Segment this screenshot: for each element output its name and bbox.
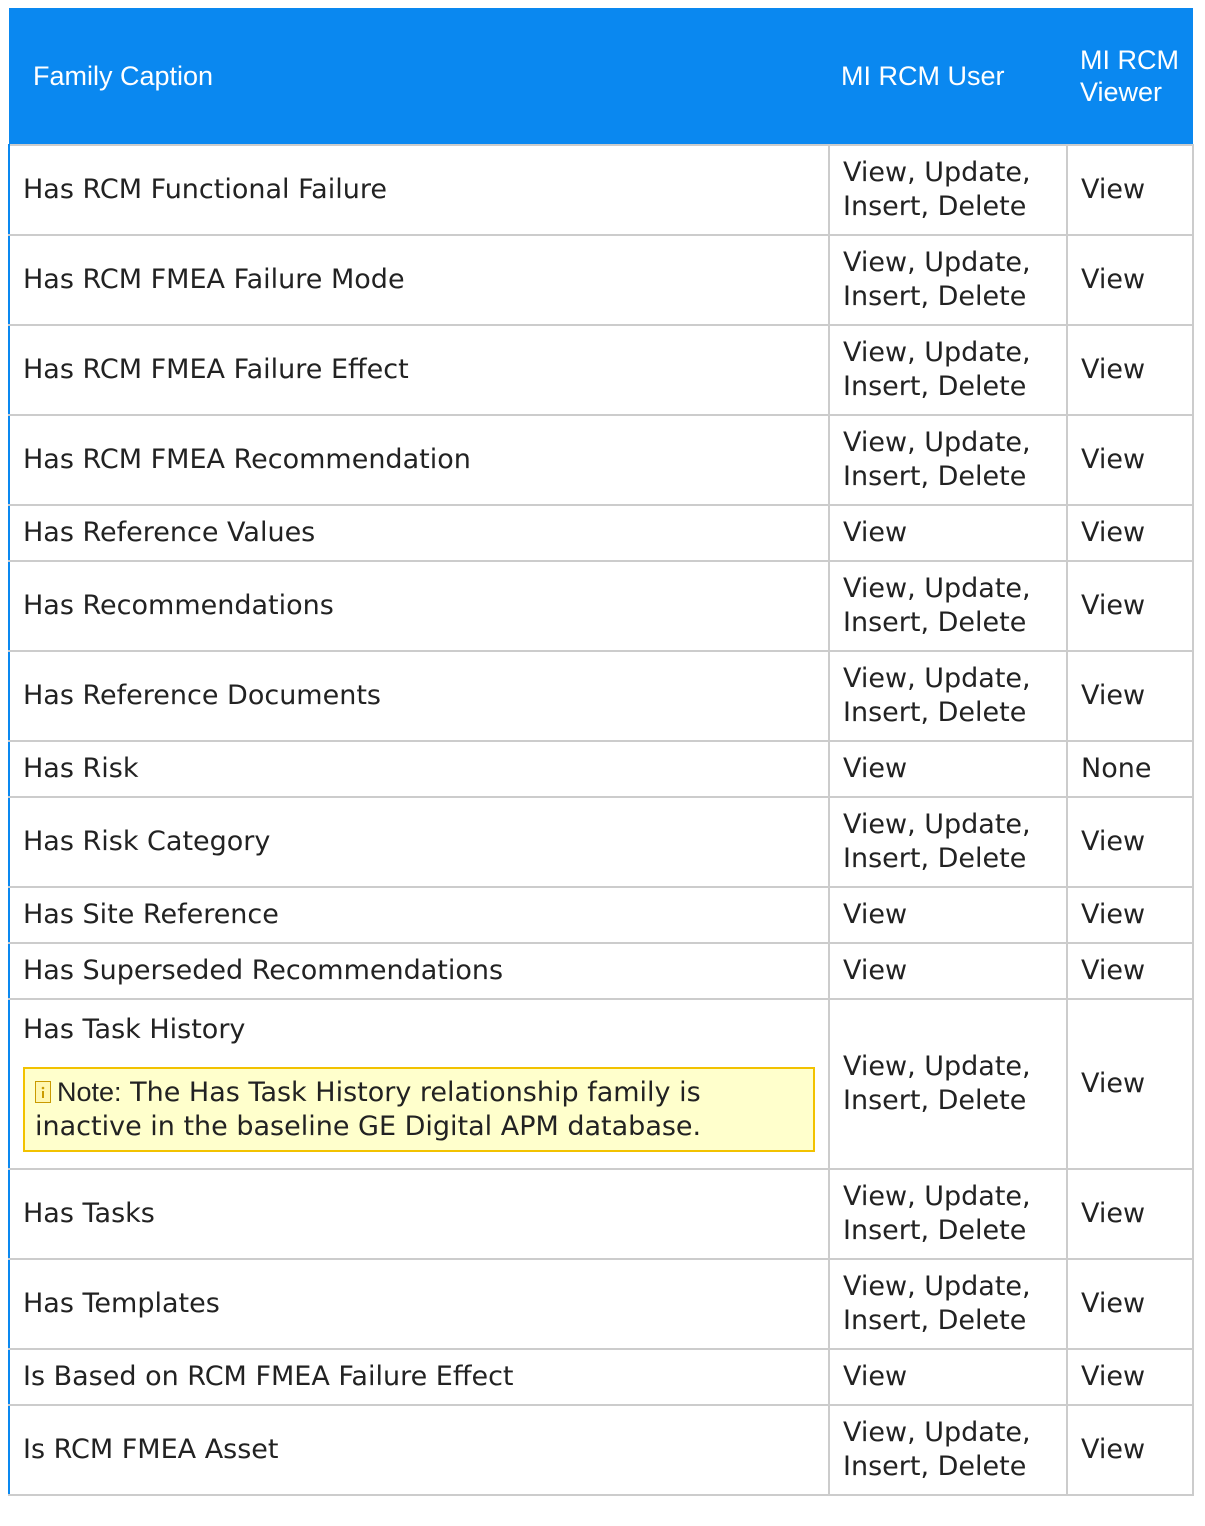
family-caption-cell: Has RCM FMEA Failure Mode <box>8 234 830 326</box>
user-permission-cell: View <box>828 1348 1068 1406</box>
family-caption-cell: Has Tasks <box>8 1168 830 1260</box>
table-row: Has RCM Functional Failure View, Update,… <box>8 144 1194 236</box>
viewer-permission-cell: View <box>1066 998 1194 1170</box>
family-caption-cell: Has RCM FMEA Recommendation <box>8 414 830 506</box>
note-label: Note: <box>57 1076 122 1107</box>
viewer-permission-cell: View <box>1066 1258 1194 1350</box>
viewer-permission-cell: View <box>1066 796 1194 888</box>
user-permission-cell: View, Update, Insert, Delete <box>828 234 1068 326</box>
family-caption-cell: Has RCM FMEA Failure Effect <box>8 324 830 416</box>
user-permission-cell: View, Update, Insert, Delete <box>828 650 1068 742</box>
user-permission-cell: View, Update, Insert, Delete <box>828 1404 1068 1496</box>
table-row: Is Based on RCM FMEA Failure Effect View… <box>8 1348 1194 1406</box>
family-caption-cell: Has Reference Values <box>8 504 830 562</box>
viewer-permission-cell: View <box>1066 1404 1194 1496</box>
family-caption-cell: Has Risk Category <box>8 796 830 888</box>
table-row: Has Reference Documents View, Update, In… <box>8 650 1194 742</box>
user-permission-cell: View <box>828 504 1068 562</box>
note-info-icon <box>35 1080 51 1103</box>
viewer-permission-cell: None <box>1066 740 1194 798</box>
user-permission-cell: View <box>828 886 1068 944</box>
header-family-caption: Family Caption <box>9 8 829 145</box>
family-caption-text: Has Task History <box>23 1013 246 1045</box>
table-row: Has Recommendations View, Update, Insert… <box>8 560 1194 652</box>
family-caption-cell: Has Recommendations <box>8 560 830 652</box>
viewer-permission-cell: View <box>1066 414 1194 506</box>
family-caption-cell: Has RCM Functional Failure <box>8 144 830 236</box>
user-permission-cell: View, Update, Insert, Delete <box>828 414 1068 506</box>
note-box: Note: The Has Task History relationship … <box>23 1066 815 1152</box>
user-permission-cell: View, Update, Insert, Delete <box>828 998 1068 1170</box>
family-caption-cell: Has Task History Note: The Has Task Hist… <box>8 998 830 1170</box>
table-row: Has RCM FMEA Failure Effect View, Update… <box>8 324 1194 416</box>
table-header-row: Family Caption MI RCM User MI RCM Viewer <box>9 8 1193 145</box>
user-permission-cell: View, Update, Insert, Delete <box>828 144 1068 236</box>
table-row: Has Templates View, Update, Insert, Dele… <box>8 1258 1194 1350</box>
family-caption-cell: Has Reference Documents <box>8 650 830 742</box>
table-row: Has RCM FMEA Failure Mode View, Update, … <box>8 234 1194 326</box>
table-row: Has RCM FMEA Recommendation View, Update… <box>8 414 1194 506</box>
user-permission-cell: View, Update, Insert, Delete <box>828 1258 1068 1350</box>
user-permission-cell: View, Update, Insert, Delete <box>828 324 1068 416</box>
permissions-table: Family Caption MI RCM User MI RCM Viewer… <box>8 8 1194 1496</box>
header-mi-rcm-user: MI RCM User <box>829 8 1067 145</box>
viewer-permission-cell: View <box>1066 650 1194 742</box>
viewer-permission-cell: View <box>1066 1168 1194 1260</box>
table-row: Has Site Reference View View <box>8 886 1194 944</box>
note-text: The Has Task History relationship family… <box>35 1076 702 1142</box>
table-row: Has Task History Note: The Has Task Hist… <box>8 998 1194 1170</box>
table-row: Is RCM FMEA Asset View, Update, Insert, … <box>8 1404 1194 1496</box>
user-permission-cell: View <box>828 942 1068 1000</box>
family-caption-cell: Is Based on RCM FMEA Failure Effect <box>8 1348 830 1406</box>
permissions-table-container: Family Caption MI RCM User MI RCM Viewer… <box>8 8 1194 1496</box>
viewer-permission-cell: View <box>1066 1348 1194 1406</box>
user-permission-cell: View, Update, Insert, Delete <box>828 560 1068 652</box>
family-caption-cell: Has Superseded Recommendations <box>8 942 830 1000</box>
table-row: Has Risk View None <box>8 740 1194 798</box>
viewer-permission-cell: View <box>1066 504 1194 562</box>
viewer-permission-cell: View <box>1066 942 1194 1000</box>
table-row: Has Reference Values View View <box>8 504 1194 562</box>
table-row: Has Tasks View, Update, Insert, Delete V… <box>8 1168 1194 1260</box>
family-caption-cell: Has Site Reference <box>8 886 830 944</box>
table-row: Has Superseded Recommendations View View <box>8 942 1194 1000</box>
family-caption-cell: Has Templates <box>8 1258 830 1350</box>
user-permission-cell: View, Update, Insert, Delete <box>828 796 1068 888</box>
viewer-permission-cell: View <box>1066 144 1194 236</box>
viewer-permission-cell: View <box>1066 324 1194 416</box>
user-permission-cell: View, Update, Insert, Delete <box>828 1168 1068 1260</box>
family-caption-cell: Is RCM FMEA Asset <box>8 1404 830 1496</box>
user-permission-cell: View <box>828 740 1068 798</box>
table-row: Has Risk Category View, Update, Insert, … <box>8 796 1194 888</box>
viewer-permission-cell: View <box>1066 234 1194 326</box>
viewer-permission-cell: View <box>1066 886 1194 944</box>
header-mi-rcm-viewer: MI RCM Viewer <box>1067 8 1193 145</box>
viewer-permission-cell: View <box>1066 560 1194 652</box>
family-caption-cell: Has Risk <box>8 740 830 798</box>
